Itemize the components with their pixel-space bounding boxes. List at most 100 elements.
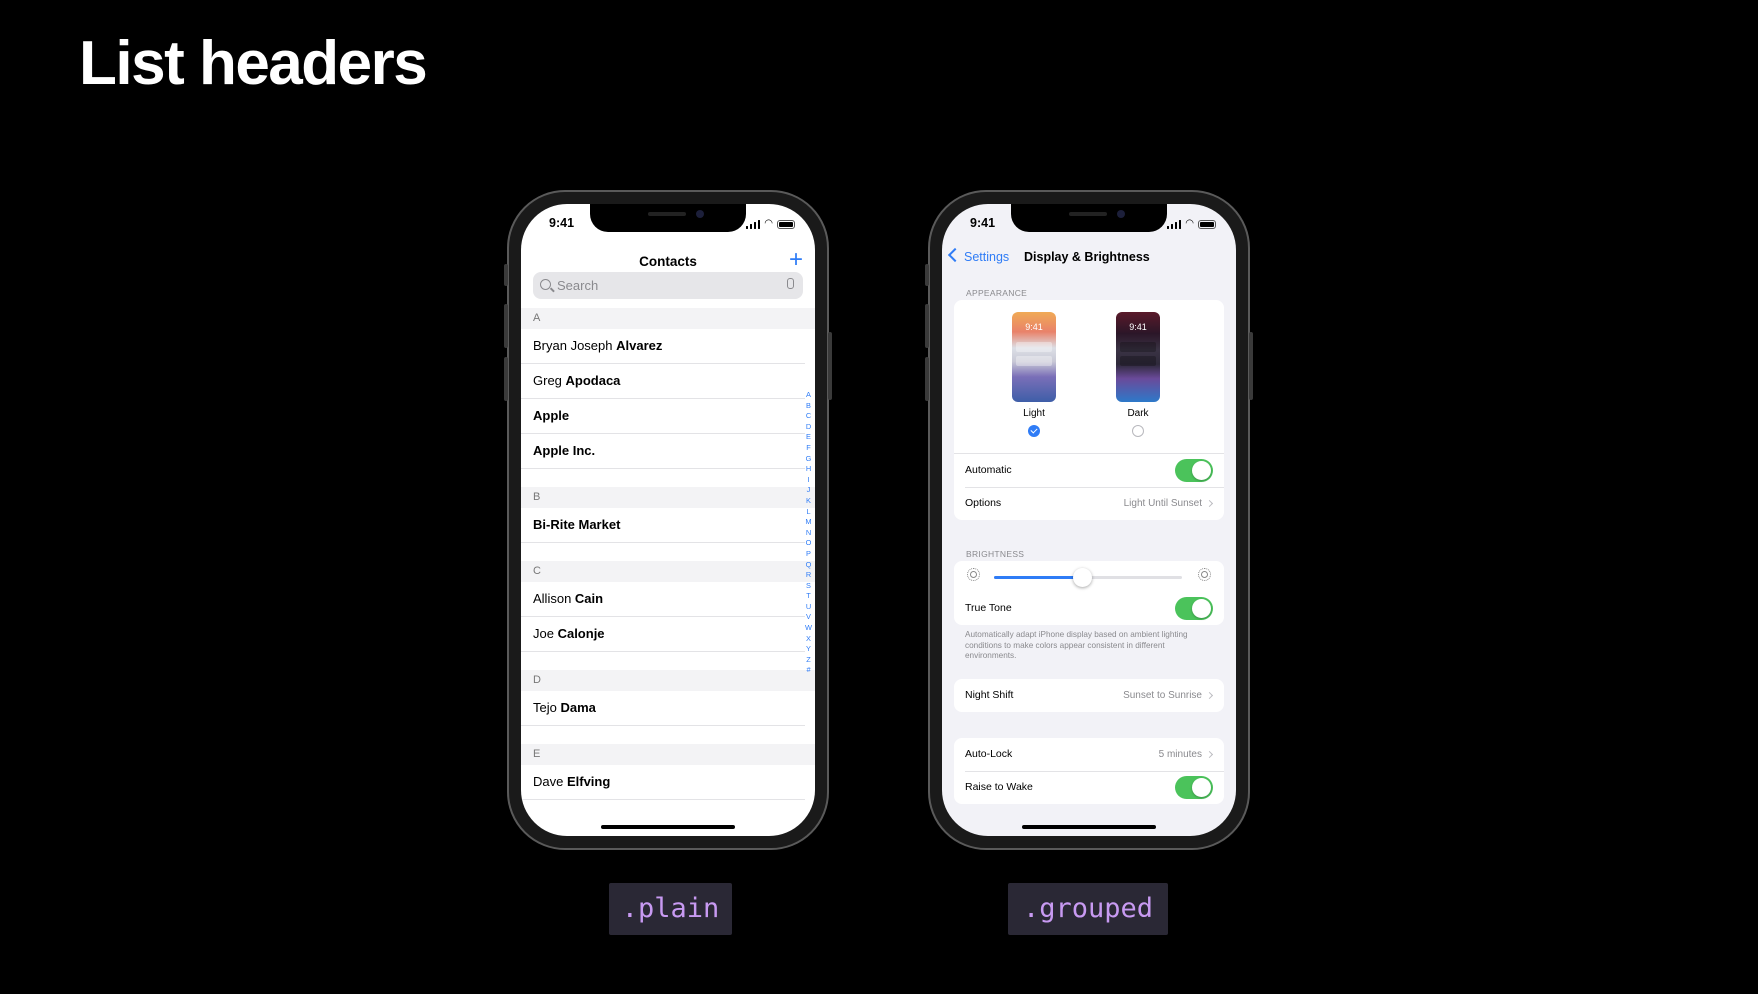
contact-last-name: Calonje (557, 626, 605, 641)
brightness-fill (994, 576, 1083, 579)
auto-lock-label: Auto-Lock (965, 748, 1013, 760)
index-letter[interactable]: A (805, 390, 812, 401)
index-letter[interactable]: D (805, 422, 812, 433)
brightness-slider[interactable] (994, 568, 1182, 587)
wifi-icon: ◠ (1185, 218, 1194, 229)
contact-last-name: Dama (560, 700, 596, 715)
true-tone-label: True Tone (965, 602, 1012, 614)
index-letter[interactable]: X (805, 634, 812, 645)
chevron-right-icon (1205, 691, 1214, 700)
signal-icon (1166, 219, 1182, 229)
contact-row[interactable]: Dave Elfving (521, 765, 805, 800)
index-letter[interactable]: Q (805, 560, 812, 571)
chevron-left-icon (947, 247, 963, 263)
section-header-c: C (521, 561, 815, 582)
settings-screen: 9:41 ◠ Settings Display & Brightness APP… (942, 204, 1236, 836)
light-mode-preview[interactable]: 9:41 (1012, 312, 1056, 402)
silent-switch (925, 264, 929, 286)
automatic-toggle[interactable] (1175, 459, 1213, 482)
volume-up-button (925, 304, 929, 348)
nav-title: Contacts (639, 254, 697, 269)
back-button[interactable]: Settings (947, 247, 1010, 264)
index-letter[interactable]: L (805, 507, 812, 518)
contact-first-name: Dave (533, 774, 567, 789)
index-letter[interactable]: R (805, 570, 812, 581)
contact-row[interactable]: Joe Calonje (521, 617, 805, 652)
brightness-knob[interactable] (1073, 568, 1093, 587)
index-letter[interactable]: F (805, 443, 812, 454)
contact-first-name: Bryan Joseph (533, 338, 617, 353)
index-letter[interactable]: M (805, 517, 812, 528)
index-letter[interactable]: G (805, 454, 812, 465)
page-title: Display & Brightness (1024, 250, 1150, 264)
side-button (828, 332, 832, 400)
contact-row[interactable]: Greg Apodaca (521, 364, 805, 399)
plain-style-caption: .plain (609, 883, 732, 935)
search-field[interactable]: Search (533, 272, 803, 299)
section-header-d: D (521, 670, 815, 691)
index-letter[interactable]: K (805, 496, 812, 507)
index-letter[interactable]: Z (805, 655, 812, 666)
notch (590, 204, 746, 232)
index-letter[interactable]: I (805, 475, 812, 486)
raise-to-wake-label: Raise to Wake (965, 781, 1033, 793)
dark-radio[interactable] (1132, 425, 1144, 437)
contact-last-name: Cain (574, 591, 604, 606)
index-letter[interactable]: N (805, 528, 812, 539)
battery-icon (777, 220, 795, 229)
contact-row[interactable]: Tejo Dama (521, 691, 805, 726)
raise-to-wake-toggle[interactable] (1175, 776, 1213, 799)
wifi-icon: ◠ (764, 218, 773, 229)
contact-row[interactable]: Bryan Joseph Alvarez (521, 329, 805, 364)
contact-first-name: Greg (533, 373, 566, 388)
contact-last-name: Apple (533, 408, 570, 423)
dark-label: Dark (1127, 408, 1149, 419)
volume-down-button (925, 357, 929, 401)
status-time: 9:41 (549, 216, 575, 230)
index-letter[interactable]: # (805, 665, 812, 676)
index-letter[interactable]: T (805, 591, 812, 602)
options-value: Light Until Sunset (1123, 498, 1202, 509)
auto-lock-row[interactable]: Auto-Lock 5 minutes (954, 738, 1224, 771)
index-letter[interactable]: H (805, 464, 812, 475)
home-indicator (1022, 825, 1156, 829)
section-header-e: E (521, 744, 815, 765)
grouped-style-caption: .grouped (1008, 883, 1168, 935)
side-button (1249, 332, 1253, 400)
true-tone-row: True Tone (954, 592, 1224, 625)
battery-icon (1198, 220, 1216, 229)
index-letter[interactable]: O (805, 538, 812, 549)
index-letter[interactable]: B (805, 401, 812, 412)
contact-row[interactable]: Allison Cain (521, 582, 805, 617)
index-letter[interactable]: U (805, 602, 812, 613)
contact-row[interactable]: Apple (521, 399, 805, 434)
index-letter[interactable]: W (805, 623, 812, 634)
appearance-card: 9:41 9:41 Light Dark Automatic Options L… (954, 300, 1224, 520)
index-letter[interactable]: E (805, 432, 812, 443)
night-shift-card: Night Shift Sunset to Sunrise (954, 679, 1224, 712)
search-icon (540, 279, 551, 290)
raise-to-wake-row: Raise to Wake (954, 771, 1224, 804)
index-letter[interactable]: P (805, 549, 812, 560)
options-row[interactable]: Options Light Until Sunset (954, 487, 1224, 520)
index-letter[interactable]: J (805, 485, 812, 496)
true-tone-toggle[interactable] (1175, 597, 1213, 620)
dark-mode-preview[interactable]: 9:41 (1116, 312, 1160, 402)
contact-last-name: Alvarez (616, 338, 663, 353)
index-letter[interactable]: C (805, 411, 812, 422)
section-index[interactable]: A B C D E F G H I J K L M N O P Q R S T U V W X Y Z # (805, 390, 812, 676)
contact-first-name: Joe (533, 626, 558, 641)
night-shift-row[interactable]: Night Shift Sunset to Sunrise (954, 679, 1224, 712)
contact-row[interactable]: Bi-Rite Market (521, 508, 805, 543)
index-letter[interactable]: S (805, 581, 812, 592)
light-radio[interactable] (1028, 425, 1040, 437)
night-shift-value: Sunset to Sunrise (1123, 690, 1202, 701)
back-label: Settings (964, 250, 1010, 264)
appearance-picker: 9:41 9:41 Light Dark (954, 300, 1224, 453)
add-contact-icon[interactable]: + (789, 248, 803, 272)
microphone-icon[interactable] (787, 278, 794, 289)
index-letter[interactable]: Y (805, 644, 812, 655)
appearance-header: APPEARANCE (966, 288, 1028, 298)
contact-row[interactable]: Apple Inc. (521, 434, 805, 469)
index-letter[interactable]: V (805, 612, 812, 623)
